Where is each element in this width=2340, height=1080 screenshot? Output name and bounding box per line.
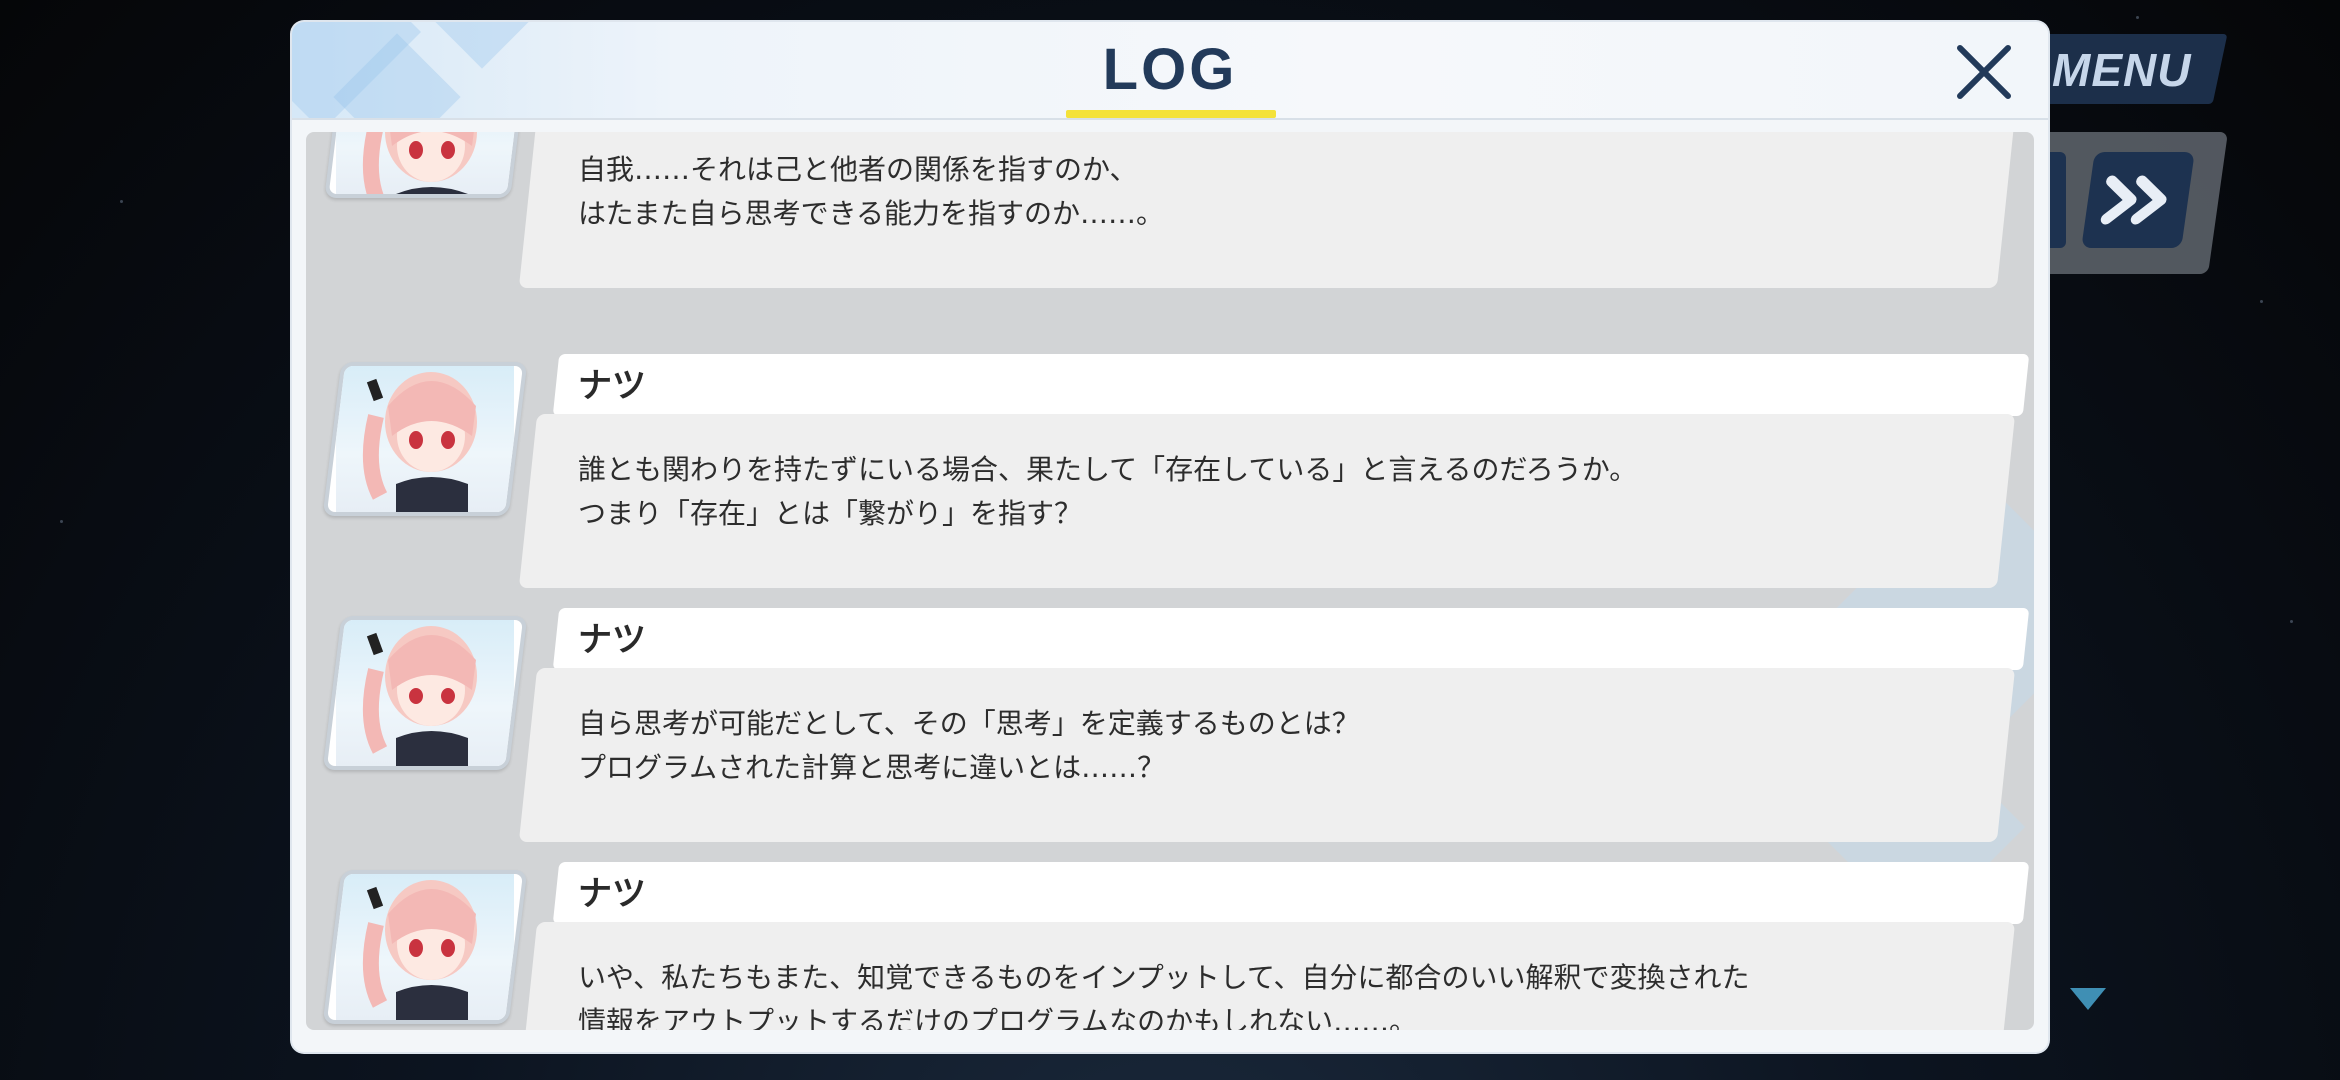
dialogue-line: プログラムされた計算と思考に違いとは……？ [578,751,1166,784]
log-entry: ナツ 誰とも関わりを持たずにいる場合、果たして「存在している」と言えるのだろうか… [306,354,2034,608]
close-x-icon [1957,45,2011,99]
log-entry: ナツ いや、私たちもまた、知覚できるものをインプットして、自分に都合のいい解釈で… [306,862,2034,1030]
dialogue-line: 誰とも関わりを持たずにいる場合、果たして「存在している」と言えるのだろうか。 [578,453,1638,486]
speaker-name-bar [552,354,2030,416]
log-entry: ナツ 自ら思考が可能だとして、その「思考」を定義するものとは？ プログラムされた… [306,608,2034,862]
speaker-name: ナツ [578,874,646,914]
speaker-portrait [324,132,526,198]
log-list[interactable]: 自我……それは己と他者の関係を指すのか、 はたまた自ら思考できる能力を指すのか…… [306,132,2034,1030]
character-portrait-image [362,880,477,1020]
log-header: LOG [292,22,2048,120]
dialogue-line: つまり「存在」とは「繋がり」を指す？ [578,497,1083,530]
log-title: LOG [1102,37,1238,102]
skip-button[interactable] [2081,152,2195,248]
dialogue-line: 自我……それは己と他者の関係を指すのか、 [578,153,1138,186]
speaker-name: ナツ [578,620,646,660]
speaker-portrait [322,870,528,1024]
speaker-name: ナツ [578,366,646,406]
speaker-portrait [322,616,528,770]
speaker-name-bar [552,608,2030,670]
character-portrait-image [362,626,477,766]
scroll-down-triangle-icon[interactable] [2070,988,2106,1010]
title-underline [1066,110,1276,118]
dialogue-line: 自ら思考が可能だとして、その「思考」を定義するものとは？ [578,707,1360,740]
character-portrait-image [362,132,477,198]
speaker-name-bar [552,862,2030,924]
log-window: LOG 自我……それは己と他者の関係を指すのか、 はたまた自ら思考できる能力を指… [292,22,2048,1052]
dialogue-line: 情報をアウトプットするだけのプログラムなのかもしれない……。 [578,1005,1418,1030]
fast-forward-icon [2100,175,2167,225]
dialogue-line: はたまた自ら思考できる能力を指すのか……。 [578,197,1165,230]
speaker-portrait [322,362,528,516]
close-button[interactable] [1952,40,2016,104]
menu-button-label[interactable]: MENU [2052,40,2222,100]
log-entry: 自我……それは己と他者の関係を指すのか、 はたまた自ら思考できる能力を指すのか…… [306,132,2034,308]
character-portrait-image [362,372,477,512]
dialogue-line: いや、私たちもまた、知覚できるものをインプットして、自分に都合のいい解釈で変換さ… [578,961,1750,994]
